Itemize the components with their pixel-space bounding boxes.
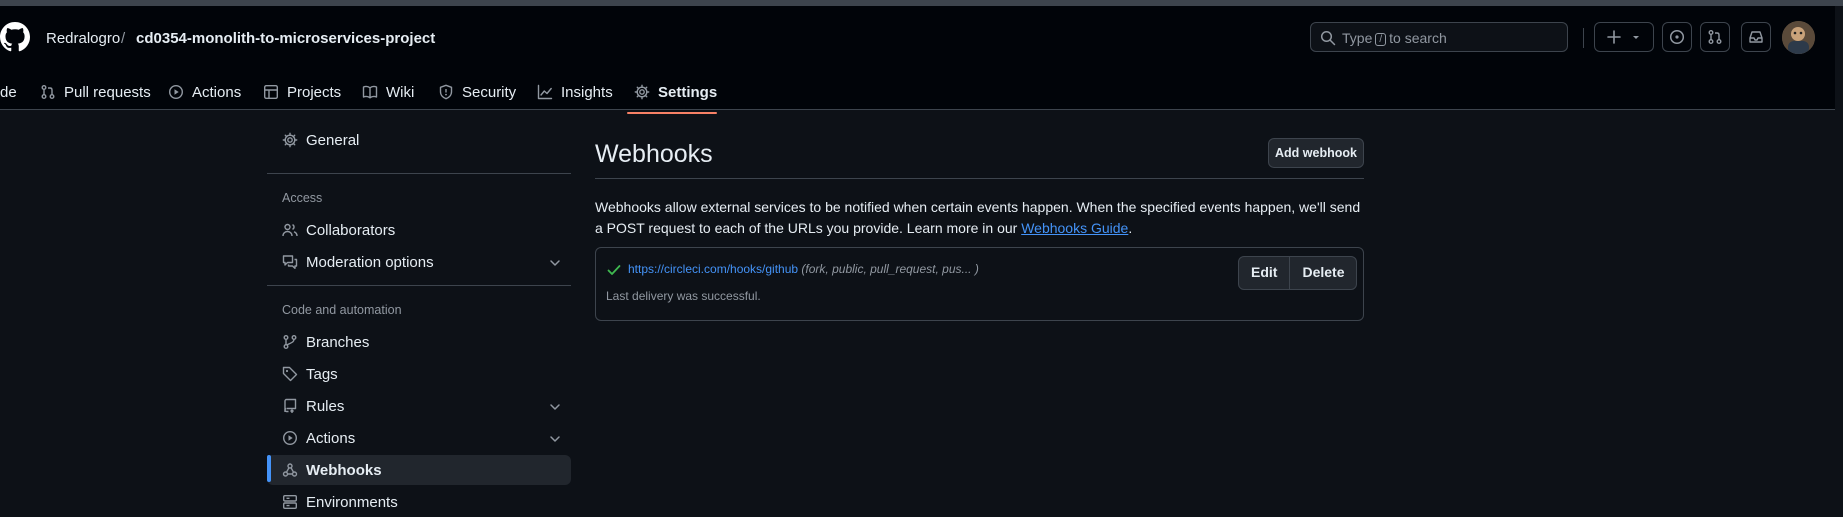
page-scrollbar[interactable] — [1835, 6, 1843, 517]
header-divider — [1583, 28, 1584, 48]
sidebar-item-environments[interactable]: Environments — [267, 487, 571, 517]
sidebar-item-branches[interactable]: Branches — [267, 327, 571, 357]
chevron-down-icon — [550, 260, 560, 266]
github-logo-icon[interactable] — [0, 22, 30, 52]
sidebar-item-label: Tags — [306, 365, 338, 383]
delete-webhook-button[interactable]: Delete — [1289, 257, 1356, 289]
sidebar-item-general[interactable]: General — [267, 125, 571, 155]
sidebar-item-collaborators[interactable]: Collaborators — [267, 215, 571, 245]
add-webhook-button[interactable]: Add webhook — [1268, 138, 1364, 168]
sidebar-item-label: Actions — [306, 429, 356, 447]
tab-label: Settings — [658, 83, 718, 101]
plus-icon — [1606, 30, 1621, 44]
table-icon — [264, 85, 279, 100]
webhooks-description: Webhooks allow external services to be n… — [595, 197, 1364, 239]
sidebar-item-tags[interactable]: Tags — [267, 359, 571, 389]
webhook-actions: Edit Delete — [1238, 256, 1358, 290]
description-suffix: . — [1128, 220, 1133, 236]
tab-security[interactable]: Security — [438, 77, 516, 107]
git-pull-request-icon — [1708, 30, 1722, 44]
tab-label: Security — [462, 83, 517, 101]
avatar-image-icon — [1782, 21, 1815, 54]
sidebar-active-indicator — [267, 455, 271, 482]
webhook-url-link[interactable]: https://circleci.com/hooks/github — [628, 262, 798, 276]
search-icon — [1320, 30, 1336, 46]
inbox-icon — [1749, 31, 1763, 43]
tab-label: de — [0, 83, 17, 101]
active-tab-indicator — [627, 112, 717, 114]
title-divider — [595, 178, 1364, 179]
git-branch-icon — [283, 335, 297, 349]
page-title: Webhooks — [595, 140, 713, 168]
server-icon — [283, 495, 298, 510]
tab-wiki[interactable]: Wiki — [362, 77, 414, 107]
webhook-url-line: https://circleci.com/hooks/github (fork,… — [628, 262, 979, 276]
webhook-icon — [282, 463, 298, 477]
book-icon — [362, 85, 378, 99]
inbox-button[interactable] — [1741, 22, 1771, 52]
create-new-button[interactable] — [1594, 22, 1654, 52]
sidebar-divider — [267, 173, 571, 174]
sidebar-group-access: Access — [282, 191, 323, 205]
breadcrumb-separator: / — [121, 30, 126, 47]
sidebar-item-rules[interactable]: Rules — [267, 391, 571, 421]
shield-icon — [439, 84, 453, 100]
tab-code[interactable]: de — [0, 77, 17, 107]
description-text: Webhooks allow external services to be n… — [595, 199, 1361, 236]
repo-owner-link[interactable]: Redralogro — [46, 30, 120, 47]
search-input[interactable]: Type / to search — [1310, 22, 1568, 52]
sidebar-item-label: Rules — [306, 397, 345, 415]
tag-icon — [282, 366, 298, 382]
play-icon — [282, 430, 298, 446]
webhook-list-item: https://circleci.com/hooks/github (fork,… — [595, 247, 1364, 321]
tab-label: Insights — [561, 83, 613, 101]
search-shortcut-key: / — [1375, 33, 1387, 46]
git-pull-request-icon — [41, 85, 55, 99]
chevron-down-icon — [550, 404, 560, 410]
comment-discussion-icon — [282, 255, 298, 269]
people-icon — [282, 223, 298, 237]
repo-header: Redralogro / cd0354-monolith-to-microser… — [0, 6, 1843, 114]
caret-down-icon — [1632, 36, 1639, 39]
tab-pull-requests[interactable]: Pull requests — [40, 77, 151, 107]
sidebar-item-label: Environments — [306, 493, 398, 511]
chevron-down-icon — [550, 436, 560, 442]
sidebar-item-label: Collaborators — [306, 221, 396, 239]
repo-push-icon — [284, 398, 297, 413]
sidebar-item-webhooks[interactable]: Webhooks — [267, 455, 571, 485]
tab-label: Wiki — [386, 83, 415, 101]
gear-icon — [634, 84, 650, 100]
search-placeholder-after: to search — [1389, 30, 1447, 46]
user-avatar[interactable] — [1782, 21, 1815, 54]
pull-requests-button[interactable] — [1700, 22, 1730, 52]
play-icon — [168, 84, 184, 100]
tab-label: Pull requests — [64, 83, 151, 101]
tab-projects[interactable]: Projects — [263, 77, 341, 107]
gear-icon — [282, 132, 298, 148]
sidebar-item-label: Moderation options — [306, 253, 434, 271]
issues-button[interactable] — [1662, 22, 1692, 52]
check-icon — [607, 265, 621, 275]
tab-actions[interactable]: Actions — [168, 77, 241, 107]
graph-icon — [537, 84, 553, 100]
edit-webhook-button[interactable]: Edit — [1239, 257, 1289, 289]
sidebar-item-label: General — [306, 131, 360, 149]
search-placeholder-before: Type — [1342, 30, 1373, 46]
search-placeholder: Type / to search — [1342, 30, 1447, 46]
sidebar-item-actions[interactable]: Actions — [267, 423, 571, 453]
sidebar-item-moderation-options[interactable]: Moderation options — [267, 247, 571, 277]
sidebar-item-label: Branches — [306, 333, 370, 351]
tab-label: Actions — [192, 83, 242, 101]
tab-label: Projects — [287, 83, 342, 101]
issue-opened-icon — [1669, 29, 1685, 45]
sidebar-item-label: Webhooks — [306, 461, 382, 479]
sidebar-divider — [267, 285, 571, 286]
repo-name-link[interactable]: cd0354-monolith-to-microservices-project — [136, 30, 435, 47]
webhook-events: (fork, public, pull_request, pus... ) — [801, 262, 979, 276]
webhooks-guide-link[interactable]: Webhooks Guide — [1021, 220, 1128, 236]
webhook-delivery-status: Last delivery was successful. — [606, 289, 761, 303]
tab-settings[interactable]: Settings — [634, 77, 717, 107]
tab-insights[interactable]: Insights — [537, 77, 613, 107]
sidebar-group-code-and-automation: Code and automation — [282, 303, 402, 317]
